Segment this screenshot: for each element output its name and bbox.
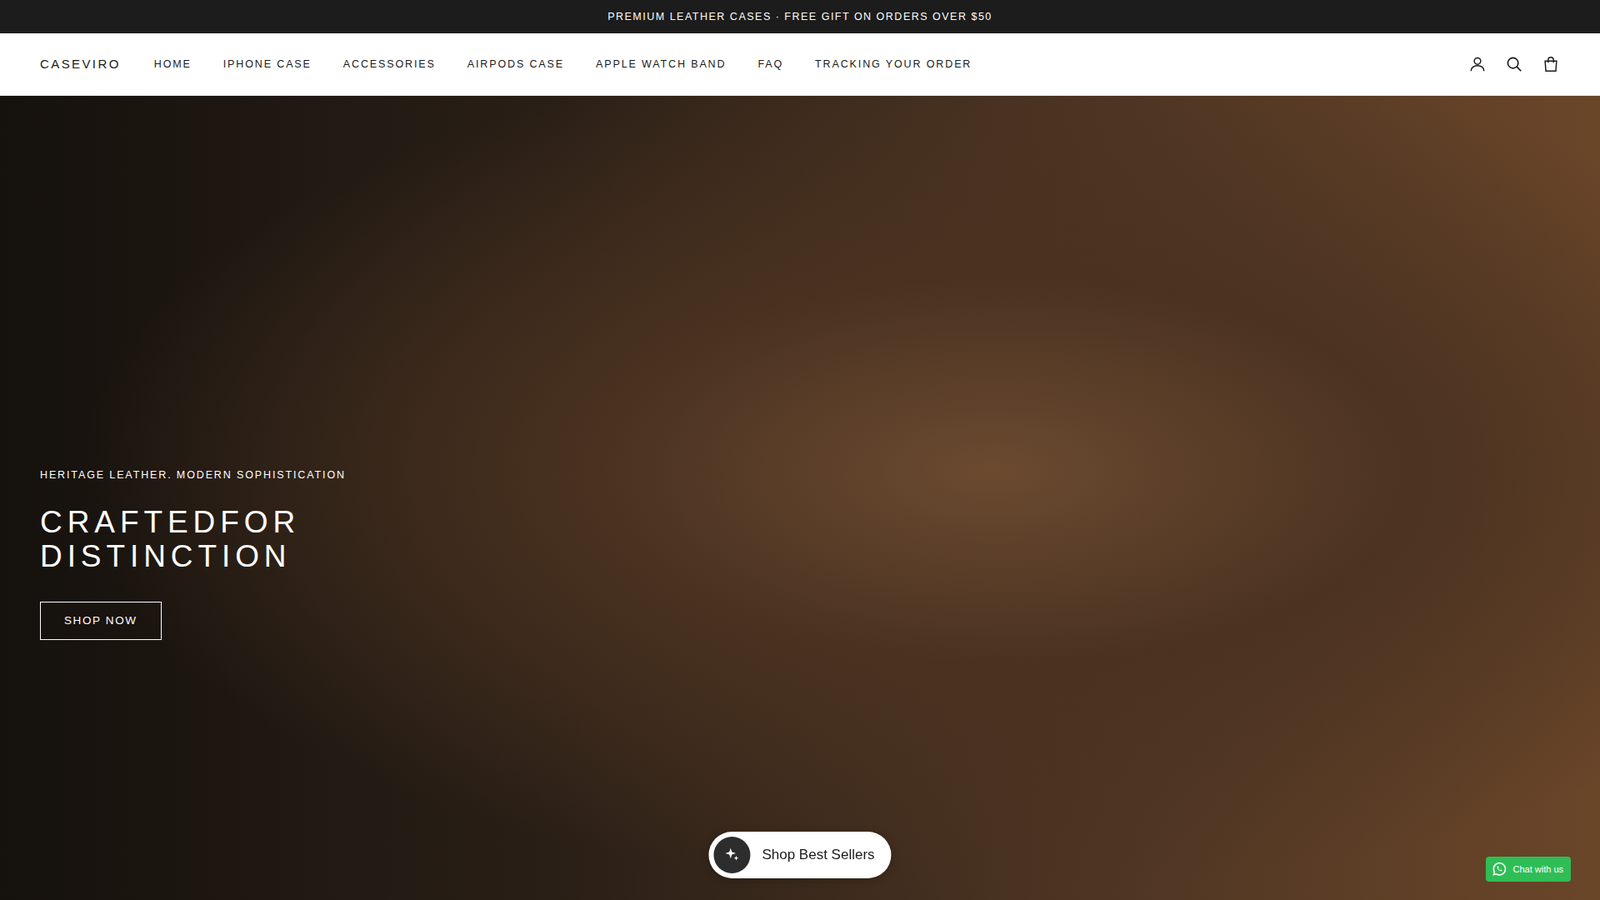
shop-best-sellers-label: Shop Best Sellers [761, 844, 875, 866]
shop-best-sellers-button[interactable]: Shop Best Sellers [708, 831, 891, 879]
hero-eyebrow: HERITAGE LEATHER. MODERN SOPHISTICATION [40, 467, 1560, 484]
hero-title-line: DISTINCTION [40, 539, 1560, 574]
header-icons [1468, 55, 1560, 74]
announcement-bar: PREMIUM LEATHER CASES · FREE GIFT ON ORD… [0, 0, 1600, 34]
nav-link[interactable]: ACCESSORIES [343, 56, 436, 73]
announcement-text: PREMIUM LEATHER CASES · FREE GIFT ON ORD… [607, 9, 993, 25]
shop-now-button[interactable]: SHOP NOW [40, 601, 162, 640]
search-icon[interactable] [1505, 55, 1524, 74]
sparkle-icon [713, 836, 750, 874]
hero-title-line: CRAFTEDFOR [40, 505, 1560, 540]
hero-banner: HERITAGE LEATHER. MODERN SOPHISTICATION … [0, 95, 1600, 900]
hero-title: CRAFTEDFORDISTINCTION [40, 505, 1560, 574]
nav-link[interactable]: APPLE WATCH BAND [595, 56, 726, 73]
nav-link[interactable]: TRACKING YOUR ORDER [815, 56, 972, 73]
main-nav: HOME IPHONE CASE ACCESSORIES AIRPODS CASE AP… [154, 56, 973, 73]
nav-link[interactable]: HOME [154, 56, 192, 73]
nav-link[interactable]: AIRPODS CASE [467, 56, 565, 73]
whatsapp-icon [1490, 860, 1508, 878]
account-icon[interactable] [1468, 55, 1487, 74]
whatsapp-chat-button[interactable]: Chat with us [1485, 856, 1571, 882]
logo[interactable]: CASEVIRO [40, 55, 121, 75]
nav-link[interactable]: IPHONE CASE [223, 56, 312, 73]
cart-icon[interactable] [1541, 55, 1560, 74]
nav-link[interactable]: FAQ [757, 56, 784, 73]
site-header: CASEVIRO HOME IPHONE CASE ACCESSORIES AIRPO… [0, 33, 1600, 96]
chat-label: Chat with us [1512, 862, 1564, 877]
